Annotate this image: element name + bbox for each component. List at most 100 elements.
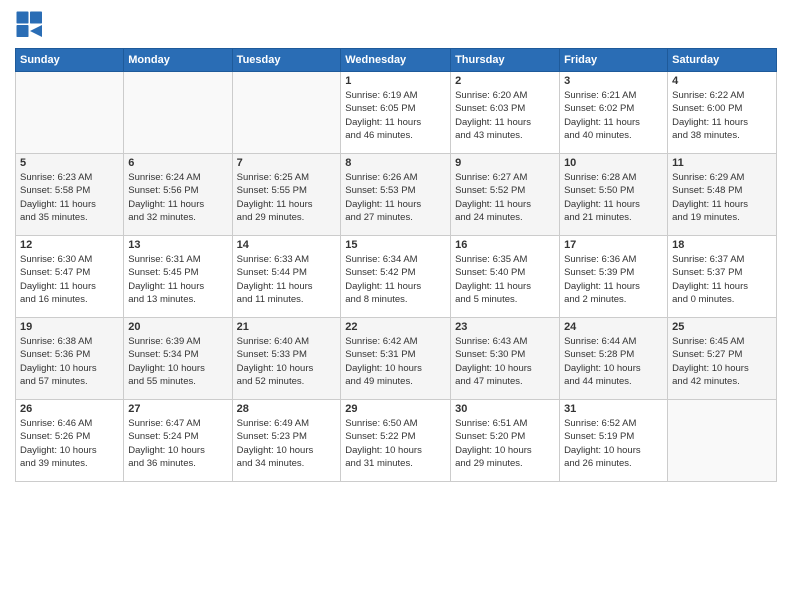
- calendar-day-cell: 2 Sunrise: 6:20 AM Sunset: 6:03 PM Daylig…: [451, 72, 560, 154]
- logo-icon: [15, 10, 45, 40]
- day-info: Sunrise: 6:33 AM Sunset: 5:44 PM Dayligh…: [237, 253, 337, 306]
- day-number: 28: [237, 403, 337, 415]
- day-info: Sunrise: 6:37 AM Sunset: 5:37 PM Dayligh…: [672, 253, 772, 306]
- day-info: Sunrise: 6:29 AM Sunset: 5:48 PM Dayligh…: [672, 171, 772, 224]
- day-info: Sunrise: 6:51 AM Sunset: 5:20 PM Dayligh…: [455, 417, 555, 470]
- calendar-week-row: 5Sunrise: 6:23 AM Sunset: 5:58 PM Daylig…: [16, 154, 777, 236]
- day-number: 3: [564, 75, 663, 87]
- day-info: Sunrise: 6:25 AM Sunset: 5:55 PM Dayligh…: [237, 171, 337, 224]
- day-info: Sunrise: 6:47 AM Sunset: 5:24 PM Dayligh…: [128, 417, 227, 470]
- day-number: 21: [237, 321, 337, 333]
- day-number: 7: [237, 157, 337, 169]
- calendar-day-cell: 15Sunrise: 6:34 AM Sunset: 5:42 PM Dayli…: [341, 236, 451, 318]
- weekday-header: Monday: [124, 49, 232, 72]
- calendar-day-cell: 30 Sunrise: 6:51 AM Sunset: 5:20 PM Dayli…: [451, 400, 560, 482]
- day-info: Sunrise: 6:28 AM Sunset: 5:50 PM Dayligh…: [564, 171, 663, 224]
- day-number: 10: [564, 157, 663, 169]
- day-number: 6: [128, 157, 227, 169]
- calendar-day-cell: [16, 72, 124, 154]
- day-number: 2: [455, 75, 555, 87]
- day-number: 22: [345, 321, 446, 333]
- calendar-day-cell: 7 Sunrise: 6:25 AM Sunset: 5:55 PM Daylig…: [232, 154, 341, 236]
- day-info: Sunrise: 6:52 AM Sunset: 5:19 PM Dayligh…: [564, 417, 663, 470]
- calendar-week-row: 12 Sunrise: 6:30 AM Sunset: 5:47 PM Dayli…: [16, 236, 777, 318]
- calendar-day-cell: 9Sunrise: 6:27 AM Sunset: 5:52 PM Daylig…: [451, 154, 560, 236]
- calendar-day-cell: 8Sunrise: 6:26 AM Sunset: 5:53 PM Daylig…: [341, 154, 451, 236]
- day-info: Sunrise: 6:40 AM Sunset: 5:33 PM Dayligh…: [237, 335, 337, 388]
- calendar-day-cell: [668, 400, 777, 482]
- calendar-day-cell: 11Sunrise: 6:29 AM Sunset: 5:48 PM Dayli…: [668, 154, 777, 236]
- day-number: 23: [455, 321, 555, 333]
- calendar-day-cell: 13 Sunrise: 6:31 AM Sunset: 5:45 PM Dayli…: [124, 236, 232, 318]
- calendar-day-cell: [232, 72, 341, 154]
- logo: [15, 10, 49, 40]
- calendar-day-cell: 17Sunrise: 6:36 AM Sunset: 5:39 PM Dayli…: [560, 236, 668, 318]
- day-info: Sunrise: 6:44 AM Sunset: 5:28 PM Dayligh…: [564, 335, 663, 388]
- day-info: Sunrise: 6:50 AM Sunset: 5:22 PM Dayligh…: [345, 417, 446, 470]
- weekday-header: Tuesday: [232, 49, 341, 72]
- calendar-day-cell: 25Sunrise: 6:45 AM Sunset: 5:27 PM Dayli…: [668, 318, 777, 400]
- calendar-week-row: 26 Sunrise: 6:46 AM Sunset: 5:26 PM Dayli…: [16, 400, 777, 482]
- day-info: Sunrise: 6:24 AM Sunset: 5:56 PM Dayligh…: [128, 171, 227, 224]
- page-header: [15, 10, 777, 40]
- day-number: 27: [128, 403, 227, 415]
- calendar-day-cell: 1Sunrise: 6:19 AM Sunset: 6:05 PM Daylig…: [341, 72, 451, 154]
- calendar-day-cell: [124, 72, 232, 154]
- day-info: Sunrise: 6:46 AM Sunset: 5:26 PM Dayligh…: [20, 417, 119, 470]
- day-info: Sunrise: 6:35 AM Sunset: 5:40 PM Dayligh…: [455, 253, 555, 306]
- calendar-day-cell: 29 Sunrise: 6:50 AM Sunset: 5:22 PM Dayli…: [341, 400, 451, 482]
- calendar-day-cell: 20Sunrise: 6:39 AM Sunset: 5:34 PM Dayli…: [124, 318, 232, 400]
- day-number: 1: [345, 75, 446, 87]
- day-info: Sunrise: 6:39 AM Sunset: 5:34 PM Dayligh…: [128, 335, 227, 388]
- calendar-day-cell: 5Sunrise: 6:23 AM Sunset: 5:58 PM Daylig…: [16, 154, 124, 236]
- day-number: 29: [345, 403, 446, 415]
- weekday-header: Thursday: [451, 49, 560, 72]
- day-info: Sunrise: 6:30 AM Sunset: 5:47 PM Dayligh…: [20, 253, 119, 306]
- day-info: Sunrise: 6:21 AM Sunset: 6:02 PM Dayligh…: [564, 89, 663, 142]
- day-number: 31: [564, 403, 663, 415]
- weekday-header: Saturday: [668, 49, 777, 72]
- calendar-day-cell: 27 Sunrise: 6:47 AM Sunset: 5:24 PM Dayli…: [124, 400, 232, 482]
- day-number: 18: [672, 239, 772, 251]
- day-number: 26: [20, 403, 119, 415]
- calendar-day-cell: 18 Sunrise: 6:37 AM Sunset: 5:37 PM Dayli…: [668, 236, 777, 318]
- calendar-day-cell: 28 Sunrise: 6:49 AM Sunset: 5:23 PM Dayli…: [232, 400, 341, 482]
- day-info: Sunrise: 6:22 AM Sunset: 6:00 PM Dayligh…: [672, 89, 772, 142]
- day-info: Sunrise: 6:42 AM Sunset: 5:31 PM Dayligh…: [345, 335, 446, 388]
- calendar-page: SundayMondayTuesdayWednesdayThursdayFrid…: [0, 0, 792, 612]
- day-info: Sunrise: 6:49 AM Sunset: 5:23 PM Dayligh…: [237, 417, 337, 470]
- day-number: 19: [20, 321, 119, 333]
- calendar-day-cell: 23 Sunrise: 6:43 AM Sunset: 5:30 PM Dayli…: [451, 318, 560, 400]
- weekday-row: SundayMondayTuesdayWednesdayThursdayFrid…: [16, 49, 777, 72]
- day-number: 16: [455, 239, 555, 251]
- day-info: Sunrise: 6:43 AM Sunset: 5:30 PM Dayligh…: [455, 335, 555, 388]
- day-number: 4: [672, 75, 772, 87]
- calendar-week-row: 1Sunrise: 6:19 AM Sunset: 6:05 PM Daylig…: [16, 72, 777, 154]
- calendar-day-cell: 21 Sunrise: 6:40 AM Sunset: 5:33 PM Dayli…: [232, 318, 341, 400]
- calendar-day-cell: 16 Sunrise: 6:35 AM Sunset: 5:40 PM Dayli…: [451, 236, 560, 318]
- calendar-body: 1Sunrise: 6:19 AM Sunset: 6:05 PM Daylig…: [16, 72, 777, 482]
- day-number: 13: [128, 239, 227, 251]
- day-info: Sunrise: 6:31 AM Sunset: 5:45 PM Dayligh…: [128, 253, 227, 306]
- calendar-day-cell: 14 Sunrise: 6:33 AM Sunset: 5:44 PM Dayli…: [232, 236, 341, 318]
- calendar-day-cell: 19Sunrise: 6:38 AM Sunset: 5:36 PM Dayli…: [16, 318, 124, 400]
- weekday-header: Sunday: [16, 49, 124, 72]
- calendar-day-cell: 26 Sunrise: 6:46 AM Sunset: 5:26 PM Dayli…: [16, 400, 124, 482]
- day-number: 15: [345, 239, 446, 251]
- calendar-day-cell: 24 Sunrise: 6:44 AM Sunset: 5:28 PM Dayli…: [560, 318, 668, 400]
- day-number: 24: [564, 321, 663, 333]
- calendar-week-row: 19Sunrise: 6:38 AM Sunset: 5:36 PM Dayli…: [16, 318, 777, 400]
- day-number: 25: [672, 321, 772, 333]
- weekday-header: Wednesday: [341, 49, 451, 72]
- day-number: 30: [455, 403, 555, 415]
- day-info: Sunrise: 6:23 AM Sunset: 5:58 PM Dayligh…: [20, 171, 119, 224]
- day-info: Sunrise: 6:20 AM Sunset: 6:03 PM Dayligh…: [455, 89, 555, 142]
- day-number: 14: [237, 239, 337, 251]
- calendar-day-cell: 22 Sunrise: 6:42 AM Sunset: 5:31 PM Dayli…: [341, 318, 451, 400]
- day-number: 12: [20, 239, 119, 251]
- calendar-day-cell: 10 Sunrise: 6:28 AM Sunset: 5:50 PM Dayli…: [560, 154, 668, 236]
- day-info: Sunrise: 6:27 AM Sunset: 5:52 PM Dayligh…: [455, 171, 555, 224]
- weekday-header: Friday: [560, 49, 668, 72]
- calendar-table: SundayMondayTuesdayWednesdayThursdayFrid…: [15, 48, 777, 482]
- calendar-day-cell: 4 Sunrise: 6:22 AM Sunset: 6:00 PM Daylig…: [668, 72, 777, 154]
